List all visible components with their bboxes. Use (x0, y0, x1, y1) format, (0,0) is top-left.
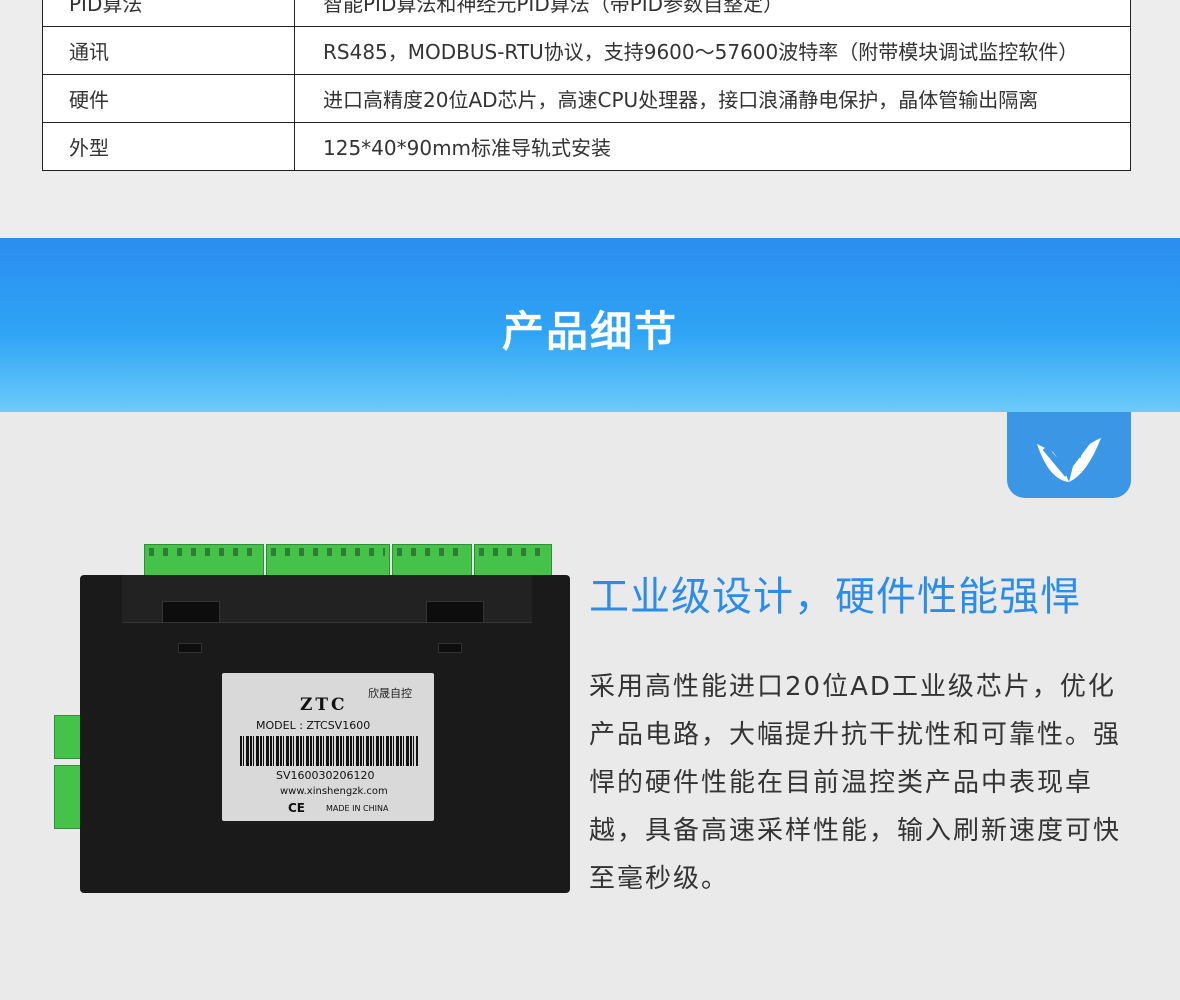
feature-description: 采用高性能进口20位AD工业级芯片，优化产品电路，大幅提升抗干扰性和可靠性。强悍… (589, 672, 1122, 894)
label-serial: SV160030206120 (276, 769, 375, 782)
section-title: 产品细节 (501, 307, 678, 356)
label-brand-cn: 欣晟自控 (368, 687, 412, 700)
table-row: PID算法 智能PID算法和神经元PID算法（带PID参数自整定） (42, 0, 1131, 27)
housing-slot (178, 643, 202, 653)
terminal-block (144, 544, 264, 576)
label-brand: ZTC (300, 695, 348, 715)
label-model: MODEL : ZTCSV1600 (256, 719, 371, 732)
terminal-block (266, 544, 390, 576)
label-made-in: MADE IN CHINA (326, 804, 389, 813)
spec-value: 智能PID算法和神经元PID算法（带PID参数自整定） (294, 0, 1131, 27)
housing-slot (426, 601, 484, 623)
spec-key: 硬件 (42, 74, 295, 123)
spec-table: PID算法 智能PID算法和神经元PID算法（带PID参数自整定） 通讯 RS4… (42, 0, 1131, 171)
spec-key: 外型 (42, 122, 295, 171)
ce-mark: CE (288, 801, 306, 815)
product-image: ZTC 欣晟自控 MODEL : ZTCSV1600 SV16003020612… (42, 535, 572, 895)
spec-value: RS485，MODBUS-RTU协议，支持9600～57600波特率（附带模块调… (294, 26, 1131, 75)
section-banner: 产品细节 (0, 238, 1180, 412)
feature-title: 工业级设计，硬件性能强悍 (589, 574, 1081, 620)
label-website: www.xinshengzk.com (280, 786, 388, 797)
spec-key: PID算法 (42, 0, 295, 27)
spec-value: 125*40*90mm标准导轨式安装 (294, 122, 1131, 171)
housing-slot (162, 601, 220, 623)
barcode-icon (240, 736, 418, 766)
device-label: ZTC 欣晟自控 MODEL : ZTCSV1600 SV16003020612… (222, 673, 434, 821)
table-row: 外型 125*40*90mm标准导轨式安装 (42, 122, 1131, 171)
table-row: 硬件 进口高精度20位AD芯片，高速CPU处理器，接口浪涌静电保护，晶体管输出隔… (42, 74, 1131, 123)
spec-value: 进口高精度20位AD芯片，高速CPU处理器，接口浪涌静电保护，晶体管输出隔离 (294, 74, 1131, 123)
leaf-check-logo-icon (1037, 430, 1101, 482)
terminal-block (474, 544, 552, 576)
table-row: 通讯 RS485，MODBUS-RTU协议，支持9600～57600波特率（附带… (42, 26, 1131, 75)
brand-logo (1007, 412, 1131, 498)
spec-section: PID算法 智能PID算法和神经元PID算法（带PID参数自整定） 通讯 RS4… (0, 0, 1180, 238)
terminal-block (392, 544, 472, 576)
housing-slot (438, 643, 462, 653)
spec-key: 通讯 (42, 26, 295, 75)
